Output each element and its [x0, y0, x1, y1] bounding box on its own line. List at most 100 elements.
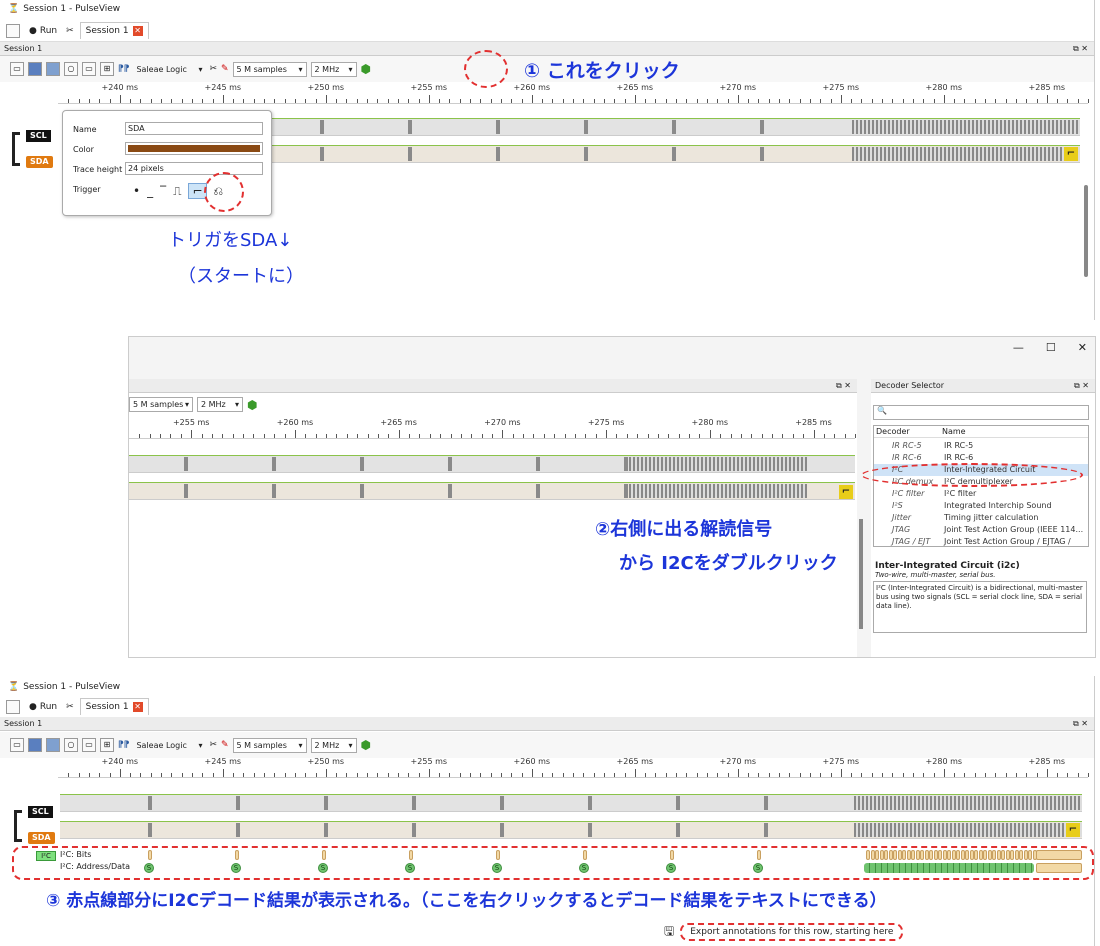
rate-select-2[interactable]: 2 MHz ▾	[197, 397, 243, 412]
ruler-tick	[861, 99, 863, 103]
dock-icons[interactable]: ⧉ ✕	[1073, 42, 1088, 56]
export-annotations-item[interactable]: Export annotations for this row, startin…	[680, 923, 904, 941]
config-icon[interactable]: ✂	[209, 64, 217, 74]
zoom-fit-icon[interactable]: ○	[64, 62, 78, 76]
ruler-tick	[543, 434, 545, 438]
trigger-option[interactable]: ‾	[160, 184, 166, 198]
trigger-option[interactable]: _	[147, 184, 153, 198]
channel-label-sda[interactable]: SDA	[28, 832, 55, 844]
scrollbar[interactable]	[1084, 185, 1088, 277]
ruler-tick	[264, 773, 265, 777]
zoom-in-icon[interactable]: ⊞	[100, 738, 114, 752]
decoder-row[interactable]: JTAG / EJT Joint Test Action Group / EJTA…	[874, 536, 1088, 546]
checkbox-icon[interactable]	[6, 699, 20, 714]
minimize-button[interactable]: —	[1013, 341, 1024, 354]
ruler-tick	[357, 434, 359, 438]
run-button[interactable]: ● Run	[26, 23, 60, 39]
zoom-one-icon[interactable]: ▭	[82, 62, 96, 76]
ruler-tick	[511, 773, 513, 777]
ruler-tick	[603, 99, 605, 103]
dense-signal	[852, 147, 1080, 161]
cursor-icon[interactable]: ⁋⁋	[118, 740, 129, 750]
ruler-tick	[554, 434, 556, 438]
step1-note: ① これをクリック	[524, 60, 680, 82]
decoder-id: Jitter	[892, 513, 912, 522]
samples-select[interactable]: 5 M samples ▾	[232, 61, 307, 77]
name-field[interactable]: SDA	[125, 122, 263, 135]
new-file-icon[interactable]: ▭	[10, 738, 24, 752]
dense-signal	[629, 457, 807, 471]
decoder-search-input[interactable]: 🔍	[873, 405, 1089, 420]
add-decoder-icon[interactable]: ⬢	[361, 62, 371, 76]
channel-label-scl[interactable]: SCL	[26, 130, 51, 142]
ruler-tick	[758, 773, 760, 777]
color-field[interactable]	[125, 142, 263, 155]
close-tab-icon[interactable]: ✕	[132, 702, 143, 712]
dense-signal	[852, 120, 1080, 134]
device-select[interactable]: Saleae Logic ▾	[133, 738, 205, 753]
samples-select[interactable]: 5 M samples ▾	[232, 737, 307, 753]
signal-pulse	[672, 120, 676, 134]
ruler-tick	[170, 434, 172, 438]
maximize-button[interactable]: ☐	[1046, 341, 1056, 354]
channel-label-sda[interactable]: SDA	[26, 156, 53, 168]
rate-select[interactable]: 2 MHz ▾	[310, 61, 357, 77]
ruler-tick	[647, 434, 649, 438]
save-icon[interactable]	[46, 62, 60, 76]
checkbox-icon[interactable]	[6, 23, 20, 38]
add-decoder-icon[interactable]: ⬢	[361, 738, 371, 752]
decoder-row[interactable]: I²S Integrated Interchip Sound	[874, 500, 1088, 512]
add-decoder-icon[interactable]: ⬢	[247, 398, 257, 412]
ruler-tick	[1057, 773, 1059, 777]
tab-session-1[interactable]: Session 1 ✕	[79, 22, 149, 39]
scrollbar-2[interactable]	[859, 519, 863, 629]
decoder-name: IR RC-5	[944, 441, 974, 450]
trigger-option[interactable]: •	[133, 184, 140, 198]
channel-label-scl[interactable]: SCL	[28, 806, 53, 818]
device-select[interactable]: Saleae Logic ▾	[133, 62, 205, 77]
run-button[interactable]: ● Run	[26, 699, 60, 715]
samples-select-2[interactable]: 5 M samples ▾	[129, 397, 193, 412]
tab-session-1[interactable]: Session 1 ✕	[79, 698, 149, 715]
ruler-tick	[737, 769, 739, 777]
close-tab-icon[interactable]: ✕	[132, 26, 143, 36]
highlight-trigger-option	[204, 172, 244, 212]
ruler-tick	[678, 434, 680, 438]
open-icon[interactable]	[28, 62, 42, 76]
settings-icon[interactable]: ✂	[66, 26, 74, 36]
ruler-tick	[840, 769, 842, 777]
ruler-label: +265 ms	[380, 418, 417, 427]
save-icon[interactable]	[46, 738, 60, 752]
ruler-tick	[88, 99, 90, 103]
ruler-label: +260 ms	[513, 757, 551, 766]
trace-height-field[interactable]: 24 pixels	[125, 162, 263, 175]
zoom-in-icon[interactable]: ⊞	[100, 62, 114, 76]
menu-bar: ● Run ✂ Session 1 ✕	[0, 20, 1094, 42]
probe-icon[interactable]: ✎	[221, 740, 229, 750]
decoder-row[interactable]: IR RC-5 IR RC-5	[874, 440, 1088, 452]
ruler-tick	[809, 99, 811, 103]
ruler-tick	[809, 773, 811, 777]
ruler-tick	[305, 99, 307, 103]
zoom-one-icon[interactable]: ▭	[82, 738, 96, 752]
cursor-icon[interactable]: ⁋⁋	[118, 64, 129, 74]
decoder-row[interactable]: Jitter Timing jitter calculation	[874, 512, 1088, 524]
settings-icon[interactable]: ✂	[66, 702, 74, 712]
trigger-option[interactable]: ⎍	[173, 184, 181, 199]
ruler-tick	[799, 99, 801, 103]
new-file-icon[interactable]: ▭	[10, 62, 24, 76]
signal-pulse	[408, 147, 412, 161]
zoom-fit-icon[interactable]: ○	[64, 738, 78, 752]
decoder-row[interactable]: JTAG Joint Test Action Group (IEEE 114...	[874, 524, 1088, 536]
config-icon[interactable]: ✂	[209, 740, 217, 750]
ruler-tick	[428, 95, 430, 103]
ruler-tick	[851, 773, 853, 777]
decoder-row[interactable]: I²C filter I²C filter	[874, 488, 1088, 500]
close-button[interactable]: ✕	[1078, 341, 1087, 354]
ruler-tick	[521, 99, 523, 103]
ruler-tick	[211, 434, 213, 438]
probe-icon[interactable]: ✎	[221, 64, 229, 74]
ruler-tick	[820, 99, 822, 103]
open-icon[interactable]	[28, 738, 42, 752]
rate-select[interactable]: 2 MHz ▾	[310, 737, 357, 753]
